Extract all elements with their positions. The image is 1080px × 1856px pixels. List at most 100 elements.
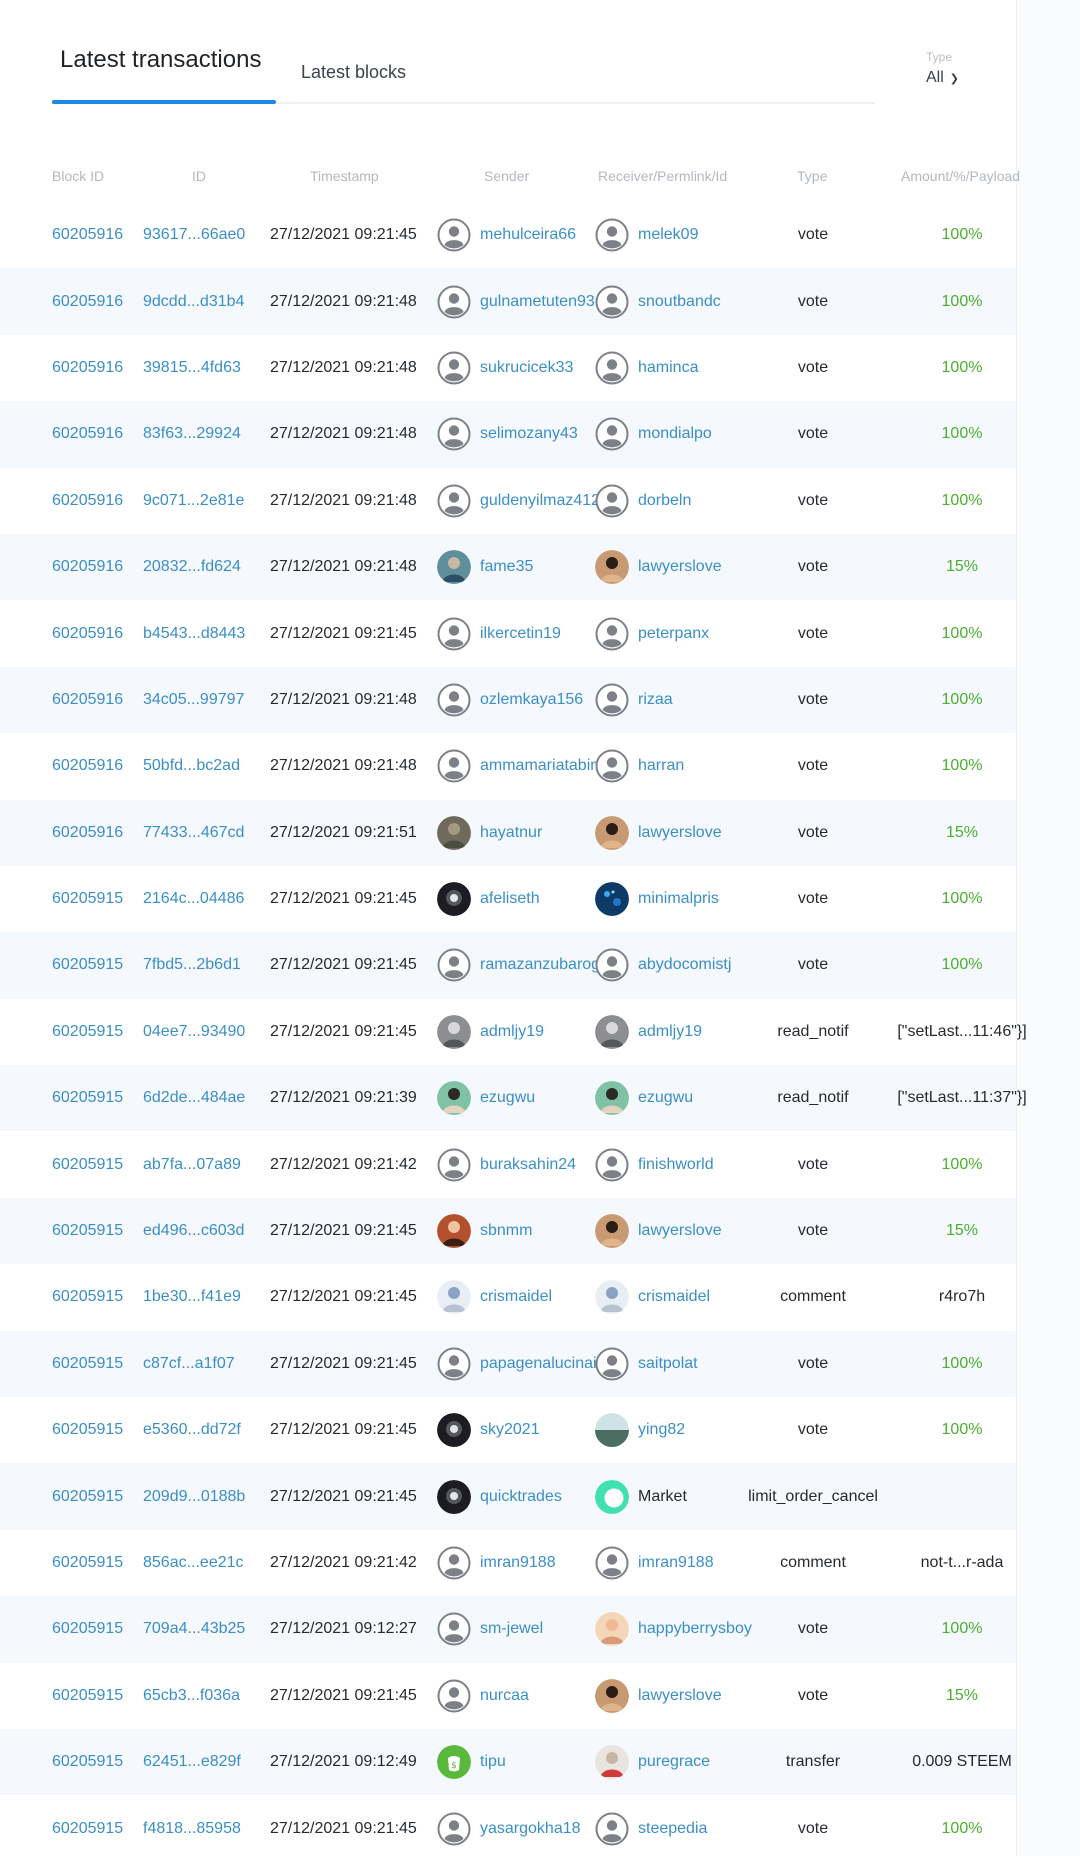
- block-id-link[interactable]: 60205916: [52, 757, 123, 775]
- block-id-link[interactable]: 60205915: [52, 1687, 123, 1705]
- sender-avatar[interactable]: [437, 1479, 471, 1514]
- receiver-avatar[interactable]: [595, 1812, 629, 1846]
- receiver-avatar[interactable]: [595, 218, 629, 252]
- sender-link[interactable]: ramazanzubaroglu: [480, 956, 600, 974]
- receiver-link[interactable]: rizaa: [638, 691, 673, 709]
- receiver-avatar[interactable]: [595, 948, 629, 982]
- transaction-id-link[interactable]: 65cb3...f036a: [143, 1687, 240, 1705]
- sender-avatar[interactable]: [437, 1081, 471, 1116]
- sender-avatar[interactable]: [437, 1413, 471, 1448]
- block-id-link[interactable]: 60205916: [52, 293, 123, 311]
- transaction-id-link[interactable]: 93617...66ae0: [143, 226, 245, 244]
- receiver-link[interactable]: saitpolat: [638, 1355, 698, 1373]
- receiver-link[interactable]: harran: [638, 757, 684, 775]
- transaction-id-link[interactable]: ab7fa...07a89: [143, 1156, 241, 1174]
- transaction-id-link[interactable]: 9c071...2e81e: [143, 492, 244, 510]
- sender-avatar[interactable]: [437, 1014, 471, 1049]
- sender-avatar[interactable]: [437, 351, 471, 385]
- sender-link[interactable]: sbnmm: [480, 1222, 600, 1240]
- sender-link[interactable]: quicktrades: [480, 1488, 600, 1506]
- block-id-link[interactable]: 60205915: [52, 1089, 123, 1107]
- sender-link[interactable]: fame35: [480, 558, 600, 576]
- transaction-id-link[interactable]: 2164c...04486: [143, 890, 244, 908]
- sender-link[interactable]: ezugwu: [480, 1089, 600, 1107]
- block-id-link[interactable]: 60205915: [52, 1222, 123, 1240]
- receiver-avatar[interactable]: [595, 1413, 629, 1448]
- receiver-avatar[interactable]: [595, 351, 629, 385]
- sender-link[interactable]: sukrucicek33: [480, 359, 600, 377]
- sender-avatar[interactable]: [437, 1148, 471, 1182]
- block-id-link[interactable]: 60205916: [52, 492, 123, 510]
- transaction-id-link[interactable]: e5360...dd72f: [143, 1421, 241, 1439]
- receiver-avatar[interactable]: [595, 1745, 629, 1780]
- receiver-avatar[interactable]: [595, 815, 629, 850]
- sender-avatar[interactable]: [437, 417, 471, 451]
- receiver-link[interactable]: ezugwu: [638, 1089, 693, 1107]
- sender-avatar[interactable]: [437, 882, 471, 917]
- receiver-avatar[interactable]: [595, 484, 629, 518]
- receiver-avatar[interactable]: [595, 1081, 629, 1116]
- transaction-id-link[interactable]: 1be30...f41e9: [143, 1288, 241, 1306]
- block-id-link[interactable]: 60205915: [52, 956, 123, 974]
- tab-latest-blocks[interactable]: Latest blocks: [301, 62, 406, 83]
- receiver-avatar[interactable]: [595, 1612, 629, 1647]
- transaction-id-link[interactable]: 04ee7...93490: [143, 1023, 245, 1041]
- sender-link[interactable]: buraksahin24: [480, 1156, 600, 1174]
- transaction-id-link[interactable]: b4543...d8443: [143, 625, 245, 643]
- transaction-id-link[interactable]: 83f63...29924: [143, 425, 241, 443]
- sender-link[interactable]: nurcaa: [480, 1687, 600, 1705]
- block-id-link[interactable]: 60205916: [52, 824, 123, 842]
- transaction-id-link[interactable]: c87cf...a1f07: [143, 1355, 235, 1373]
- sender-link[interactable]: afeliseth: [480, 890, 600, 908]
- transaction-id-link[interactable]: 34c05...99797: [143, 691, 244, 709]
- transaction-id-link[interactable]: ed496...c603d: [143, 1222, 244, 1240]
- sender-avatar[interactable]: [437, 617, 471, 651]
- block-id-link[interactable]: 60205915: [52, 1156, 123, 1174]
- sender-link[interactable]: guldenyilmaz412: [480, 492, 600, 510]
- sender-link[interactable]: sky2021: [480, 1421, 600, 1439]
- block-id-link[interactable]: 60205915: [52, 1288, 123, 1306]
- block-id-link[interactable]: 60205915: [52, 1554, 123, 1572]
- type-filter-select[interactable]: All ❯: [926, 69, 959, 87]
- type-filter[interactable]: Type All ❯: [926, 50, 959, 87]
- transaction-id-link[interactable]: 39815...4fd63: [143, 359, 241, 377]
- transaction-id-link[interactable]: 7fbd5...2b6d1: [143, 956, 241, 974]
- sender-avatar[interactable]: [437, 550, 471, 585]
- transaction-id-link[interactable]: 209d9...0188b: [143, 1488, 245, 1506]
- sender-link[interactable]: hayatnur: [480, 824, 600, 842]
- tab-latest-transactions[interactable]: Latest transactions: [60, 46, 261, 74]
- sender-avatar[interactable]: [437, 1679, 471, 1713]
- transaction-id-link[interactable]: 709a4...43b25: [143, 1620, 245, 1638]
- block-id-link[interactable]: 60205915: [52, 1355, 123, 1373]
- receiver-avatar[interactable]: [595, 1347, 629, 1381]
- sender-link[interactable]: tipu: [480, 1753, 600, 1771]
- sender-avatar[interactable]: [437, 484, 471, 518]
- sender-avatar[interactable]: [437, 1546, 471, 1580]
- block-id-link[interactable]: 60205915: [52, 1421, 123, 1439]
- sender-avatar[interactable]: $: [437, 1745, 471, 1780]
- receiver-avatar[interactable]: [595, 1479, 629, 1514]
- receiver-link[interactable]: dorbeln: [638, 492, 691, 510]
- transaction-id-link[interactable]: 9dcdd...d31b4: [143, 293, 244, 311]
- block-id-link[interactable]: 60205916: [52, 359, 123, 377]
- block-id-link[interactable]: 60205916: [52, 558, 123, 576]
- block-id-link[interactable]: 60205915: [52, 1488, 123, 1506]
- sender-link[interactable]: yasargokha18: [480, 1820, 600, 1838]
- sender-link[interactable]: admljy19: [480, 1023, 600, 1041]
- block-id-link[interactable]: 60205915: [52, 890, 123, 908]
- receiver-avatar[interactable]: [595, 683, 629, 717]
- sender-avatar[interactable]: [437, 948, 471, 982]
- receiver-link[interactable]: ying82: [638, 1421, 685, 1439]
- block-id-link[interactable]: 60205916: [52, 425, 123, 443]
- receiver-avatar[interactable]: [595, 550, 629, 585]
- receiver-avatar[interactable]: [595, 1214, 629, 1249]
- sender-link[interactable]: ammamariatabina: [480, 757, 600, 775]
- receiver-avatar[interactable]: [595, 1678, 629, 1713]
- sender-avatar[interactable]: [437, 218, 471, 252]
- receiver-avatar[interactable]: [595, 882, 629, 917]
- block-id-link[interactable]: 60205916: [52, 625, 123, 643]
- sender-link[interactable]: ilkercetin19: [480, 625, 600, 643]
- sender-avatar[interactable]: [437, 815, 471, 850]
- block-id-link[interactable]: 60205915: [52, 1753, 123, 1771]
- sender-link[interactable]: crismaidel: [480, 1288, 600, 1306]
